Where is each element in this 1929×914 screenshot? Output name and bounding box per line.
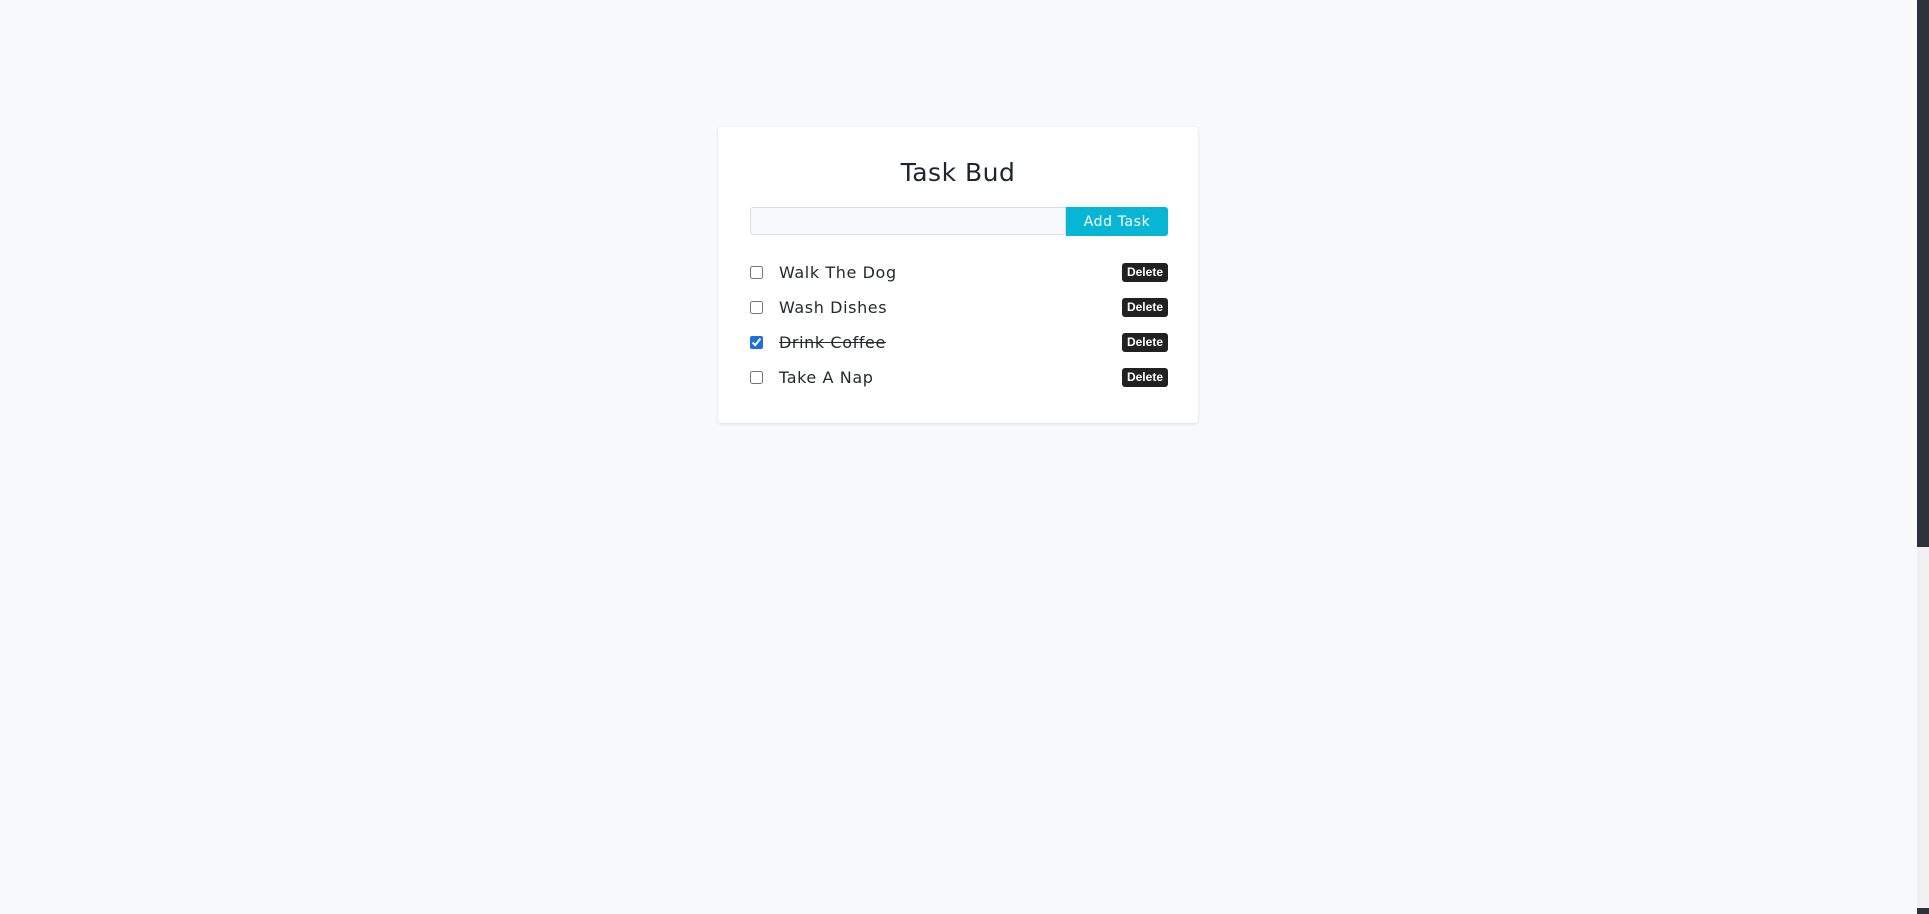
task-checkbox[interactable] [750, 336, 763, 349]
task-item: Walk The Dog Delete [750, 263, 1168, 298]
task-input[interactable] [750, 207, 1066, 235]
delete-task-button[interactable]: Delete [1121, 263, 1168, 282]
add-task-form: Add Task [750, 207, 1168, 237]
scrollbar-bottom-arrow[interactable] [1917, 908, 1929, 914]
task-checkbox[interactable] [750, 371, 763, 384]
task-label: Take A Nap [779, 368, 874, 387]
task-list: Walk The Dog Delete Wash Dishes Delete D… [750, 263, 1168, 403]
delete-task-button[interactable]: Delete [1121, 333, 1168, 352]
task-checkbox[interactable] [750, 266, 763, 279]
add-task-button[interactable]: Add Task [1066, 207, 1168, 236]
vertical-scrollbar[interactable] [1917, 0, 1929, 914]
scrollbar-thumb[interactable] [1917, 0, 1929, 547]
task-label: Wash Dishes [779, 298, 888, 317]
app-title: Task Bud [900, 158, 1016, 187]
task-item: Drink Coffee Delete [750, 333, 1168, 368]
task-card: Task Bud Add Task Walk The Dog Delete Wa… [718, 127, 1198, 423]
task-label: Drink Coffee [779, 333, 886, 352]
delete-task-button[interactable]: Delete [1121, 368, 1168, 387]
task-checkbox[interactable] [750, 301, 763, 314]
task-item: Wash Dishes Delete [750, 298, 1168, 333]
task-item: Take A Nap Delete [750, 368, 1168, 403]
task-label: Walk The Dog [779, 263, 897, 282]
delete-task-button[interactable]: Delete [1121, 298, 1168, 317]
